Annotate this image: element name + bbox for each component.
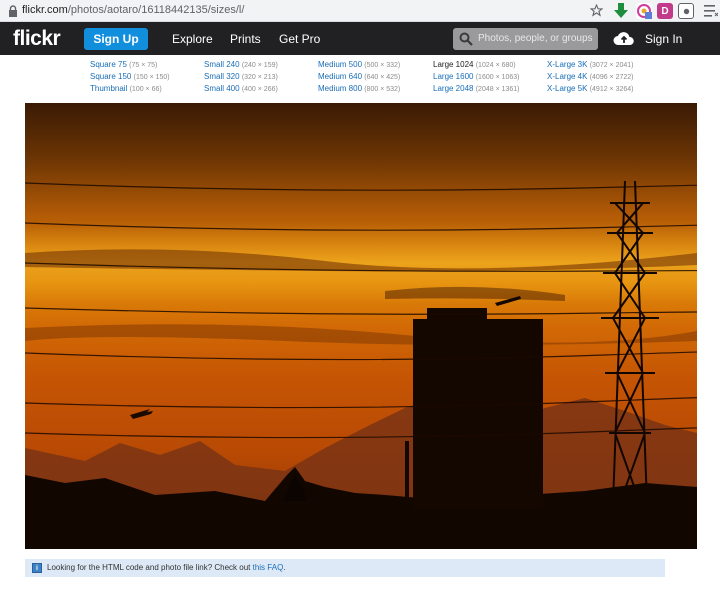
browser-address-bar: flickr.com/photos/aotaro/16118442135/siz… [0, 0, 720, 22]
size-label: Large 1024 [433, 60, 474, 69]
size-dims: (100 × 66) [129, 86, 162, 93]
size-dims: (1600 × 1063) [475, 74, 520, 81]
url-field[interactable]: flickr.com/photos/aotaro/16118442135/siz… [22, 4, 244, 16]
extension-square-icon[interactable] [678, 3, 694, 19]
size-link[interactable]: X-Large 4K (4096 × 2722) [547, 72, 634, 83]
size-link[interactable]: Square 75 (75 × 75) [90, 60, 157, 71]
lock-icon [9, 5, 17, 17]
star-icon[interactable] [590, 4, 603, 17]
signin-link[interactable]: Sign In [645, 32, 682, 46]
size-dims: (4096 × 2722) [589, 74, 634, 81]
size-label: Large 1600 [433, 72, 474, 81]
size-link[interactable]: Medium 640 (640 × 425) [318, 72, 400, 83]
size-label: Square 150 [90, 72, 132, 81]
search-icon [459, 32, 473, 46]
extension-swirl-icon[interactable] [636, 3, 652, 19]
info-message: Looking for the HTML code and photo file… [47, 563, 253, 572]
size-current: Large 1024 (1024 × 680) [433, 60, 516, 71]
size-dims: (640 × 425) [364, 74, 401, 81]
size-dims: (3072 × 2041) [589, 62, 634, 69]
extension-d-icon[interactable]: D [657, 3, 673, 19]
signup-button[interactable]: Sign Up [84, 28, 148, 50]
size-link[interactable]: Square 150 (150 × 150) [90, 72, 170, 83]
size-link[interactable]: Small 400 (400 × 266) [204, 84, 278, 95]
size-label: X-Large 5K [547, 84, 588, 93]
size-link[interactable]: Large 2048 (2048 × 1361) [433, 84, 520, 95]
size-link[interactable]: Medium 500 (500 × 332) [318, 60, 400, 71]
size-dims: (150 × 150) [133, 74, 170, 81]
info-bar: i Looking for the HTML code and photo fi… [25, 559, 665, 577]
size-dims: (500 × 332) [364, 62, 401, 69]
size-label: Small 240 [204, 60, 240, 69]
size-link[interactable]: Small 240 (240 × 159) [204, 60, 278, 71]
size-link[interactable]: Small 320 (320 × 213) [204, 72, 278, 83]
download-arrow-icon[interactable] [614, 3, 628, 18]
size-label: Large 2048 [433, 84, 474, 93]
flickr-navbar: flickr Sign Up Explore Prints Get Pro Ph… [0, 22, 720, 55]
size-label: Small 320 [204, 72, 240, 81]
size-label: Medium 500 [318, 60, 363, 69]
size-links: Square 75 (75 × 75) Square 150 (150 × 15… [0, 58, 720, 98]
upload-cloud-icon[interactable] [613, 30, 635, 46]
size-label: Medium 640 [318, 72, 363, 81]
faq-link[interactable]: this FAQ [253, 563, 284, 572]
size-link[interactable]: Thumbnail (100 × 66) [90, 84, 162, 95]
flickr-logo[interactable]: flickr [13, 27, 61, 51]
size-link[interactable]: Large 1600 (1600 × 1063) [433, 72, 520, 83]
url-host: flickr.com [22, 4, 68, 16]
info-suffix: . [283, 563, 286, 572]
url-path: /photos/aotaro/16118442135/sizes/l/ [67, 4, 245, 16]
size-dims: (800 × 532) [364, 86, 401, 93]
size-label: X-Large 4K [547, 72, 588, 81]
search-input[interactable]: Photos, people, or groups [453, 28, 598, 50]
size-label: X-Large 3K [547, 60, 588, 69]
nav-getpro[interactable]: Get Pro [279, 32, 320, 46]
size-dims: (400 × 266) [241, 86, 278, 93]
size-dims: (2048 × 1361) [475, 86, 520, 93]
size-dims: (4912 × 3264) [589, 86, 634, 93]
sunset-photo-image [25, 103, 697, 549]
size-dims: (320 × 213) [241, 74, 278, 81]
nav-explore[interactable]: Explore [172, 32, 213, 46]
nav-prints[interactable]: Prints [230, 32, 261, 46]
size-link[interactable]: Medium 800 (800 × 532) [318, 84, 400, 95]
size-label: Thumbnail [90, 84, 128, 93]
size-link[interactable]: X-Large 5K (4912 × 3264) [547, 84, 634, 95]
size-label: Medium 800 [318, 84, 363, 93]
size-label: Square 75 [90, 60, 127, 69]
size-dims: (1024 × 680) [475, 62, 516, 69]
size-dims: (75 × 75) [129, 62, 158, 69]
info-text: Looking for the HTML code and photo file… [47, 563, 286, 572]
search-placeholder: Photos, people, or groups [478, 33, 593, 44]
size-label: Small 400 [204, 84, 240, 93]
size-link[interactable]: X-Large 3K (3072 × 2041) [547, 60, 634, 71]
size-dims: (240 × 159) [241, 62, 278, 69]
info-icon: i [32, 563, 42, 573]
sunset-photo [25, 103, 697, 549]
menu-icon[interactable] [704, 5, 718, 17]
